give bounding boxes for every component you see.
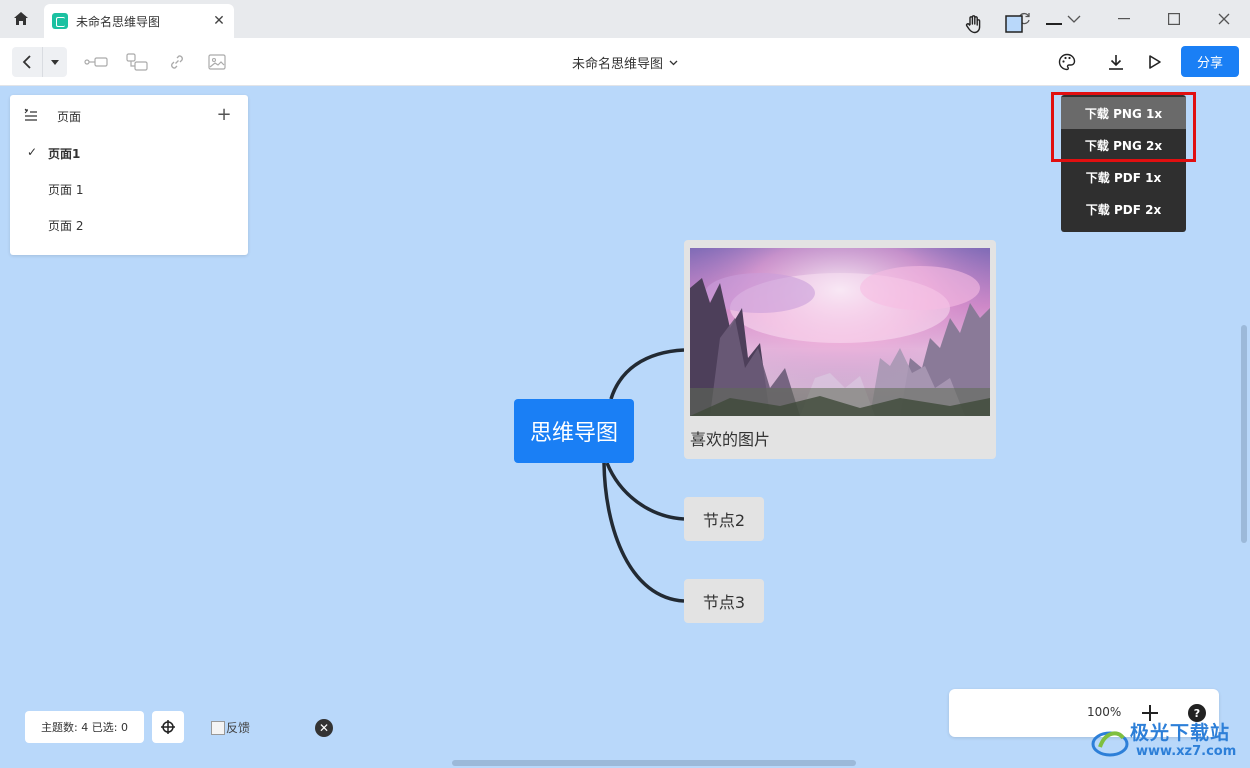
landscape-image [690, 248, 990, 416]
hand-tool-icon[interactable] [962, 12, 986, 36]
outline-list-icon[interactable] [24, 107, 38, 126]
page-item-label: 页面 2 [48, 219, 84, 233]
site-watermark: 极光下载站 www.xz7.com [1090, 716, 1250, 768]
pages-panel-header: 页面 + [10, 95, 248, 135]
download-pdf-2x[interactable]: 下载 PDF 2x [1061, 193, 1186, 225]
pages-panel: 页面 + ✓ 页面1 页面 1 页面 2 [10, 95, 248, 255]
add-page-icon[interactable]: + [214, 105, 234, 125]
mindmap-node[interactable]: 节点3 [684, 579, 764, 623]
topic-count-status: 主题数: 4 已选: 0 [25, 711, 144, 743]
download-pdf-1x[interactable]: 下载 PDF 1x [1061, 161, 1186, 193]
watermark-url: www.xz7.com [1136, 744, 1237, 759]
locate-center-icon[interactable] [152, 711, 184, 743]
page-item[interactable]: ✓ 页面1 [10, 137, 248, 169]
highlight-box [1051, 92, 1196, 162]
zoom-out-icon[interactable] [1042, 12, 1066, 36]
page-item-label: 页面 1 [48, 183, 84, 197]
page-item-label: 页面1 [48, 147, 81, 161]
close-feedback-icon[interactable]: ✕ [315, 719, 333, 737]
vertical-scrollbar[interactable] [1241, 325, 1247, 543]
broken-image-icon [211, 720, 225, 735]
image-caption: 喜欢的图片 [690, 430, 771, 449]
watermark-title: 极光下载站 [1130, 722, 1231, 744]
horizontal-scrollbar[interactable] [452, 760, 856, 766]
root-node[interactable]: 思维导图 [514, 399, 634, 463]
feedback-label: 反馈 [226, 721, 251, 735]
image-node[interactable]: 喜欢的图片 [684, 240, 996, 459]
page-item[interactable]: 页面 1 [10, 173, 248, 205]
fit-canvas-icon[interactable] [1002, 12, 1026, 36]
mindmap-node[interactable]: 节点2 [684, 497, 764, 541]
pages-panel-title: 页面 [57, 110, 82, 124]
watermark-logo-icon [1091, 731, 1129, 757]
check-icon: ✓ [27, 145, 38, 159]
page-item[interactable]: 页面 2 [10, 209, 248, 241]
feedback-link[interactable]: 反馈 [211, 719, 250, 736]
